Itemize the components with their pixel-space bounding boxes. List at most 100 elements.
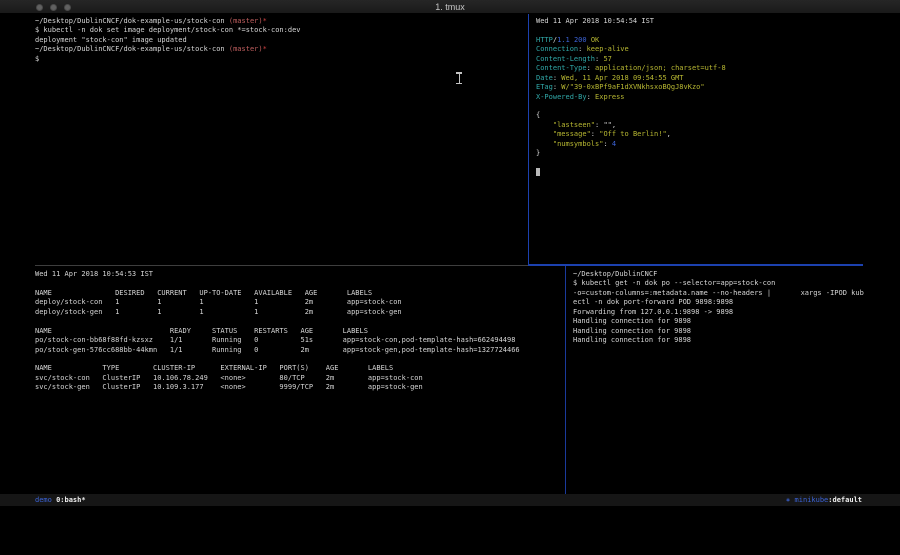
text-segment: Handling connection for 9898 — [573, 336, 691, 344]
text-segment: , — [667, 130, 671, 138]
text-segment: Wed 11 Apr 2018 10:54:53 IST — [35, 270, 153, 278]
text-segment: : — [578, 45, 586, 53]
text-segment: demo — [35, 496, 52, 504]
terminal-line: } — [536, 149, 866, 158]
terminal-line: NAME DESIRED CURRENT UP-TO-DATE AVAILABL… — [35, 289, 560, 298]
window-titlebar: 1. tmux — [0, 0, 900, 14]
text-segment: Handling connection for 9898 — [573, 317, 691, 325]
text-segment: ~/Desktop/DublinCNCF/dok-example-us/stoc… — [35, 17, 229, 25]
terminal-line: po/stock-con-bb68f88fd-kzsxz 1/1 Running… — [35, 336, 560, 345]
text-segment: OK — [591, 36, 599, 44]
session-and-window-tab[interactable]: demo 0:bash* — [35, 494, 86, 506]
terminal-line: Date: Wed, 11 Apr 2018 09:54:55 GMT — [536, 74, 866, 83]
text-segment: : — [587, 93, 595, 101]
text-segment: -o=custom-columns=:metadata.name --no-he… — [573, 289, 864, 297]
text-segment: svc/stock-gen ClusterIP 10.109.3.177 <no… — [35, 383, 423, 391]
text-segment: 1.1 — [557, 36, 570, 44]
terminal-line: Handling connection for 9898 — [573, 327, 866, 336]
text-segment: : — [603, 140, 611, 148]
window-title: 1. tmux — [0, 0, 900, 14]
text-segment: po/stock-con-bb68f88fd-kzsxz 1/1 Running… — [35, 336, 515, 344]
text-segment: 200 — [574, 36, 587, 44]
text-segment: Express — [595, 93, 625, 101]
text-segment: * — [263, 45, 267, 53]
terminal-line — [536, 102, 866, 111]
text-segment: Connection — [536, 45, 578, 53]
terminal-line: "numsymbols": 4 — [536, 140, 866, 149]
text-segment: application/json; charset=utf-8 — [595, 64, 726, 72]
pane-divider-vertical-bottom[interactable] — [565, 266, 566, 494]
terminal-line — [536, 26, 866, 35]
text-segment: Content-Length — [536, 55, 595, 63]
terminal-line: $ kubectl get -n dok po --selector=app=s… — [573, 279, 866, 288]
text-segment: } — [536, 149, 540, 157]
text-segment: svc/stock-con ClusterIP 10.106.78.249 <n… — [35, 374, 423, 382]
text-segment — [536, 130, 553, 138]
terminal-line: Handling connection for 9898 — [573, 317, 866, 326]
text-segment: * — [263, 17, 267, 25]
text-segment: : — [591, 130, 599, 138]
text-segment: NAME READY STATUS RESTARTS AGE LABELS — [35, 327, 368, 335]
text-segment: ~/Desktop/DublinCNCF — [573, 270, 657, 278]
text-segment — [536, 121, 553, 129]
text-segment: : "", — [595, 121, 616, 129]
text-segment: "Off to Berlin!" — [599, 130, 666, 138]
terminal-line: Content-Type: application/json; charset=… — [536, 64, 866, 73]
terminal-line: deployment "stock-con" image updated — [35, 36, 525, 45]
terminal-line: deploy/stock-gen 1 1 1 1 2m app=stock-ge… — [35, 308, 560, 317]
terminal-line: NAME TYPE CLUSTER-IP EXTERNAL-IP PORT(S)… — [35, 364, 560, 373]
terminal-line: $ — [35, 55, 525, 64]
terminal-line: svc/stock-gen ClusterIP 10.109.3.177 <no… — [35, 383, 560, 392]
text-segment: 57 — [603, 55, 611, 63]
terminal-line: -o=custom-columns=:metadata.name --no-he… — [573, 289, 866, 298]
pane-divider-vertical-top[interactable] — [528, 14, 529, 264]
text-segment: ectl -n dok port-forward POD 9898:9898 — [573, 298, 733, 306]
pane-divider-horizontal-right[interactable] — [528, 264, 863, 266]
pane-shell-top-left[interactable]: ~/Desktop/DublinCNCF/dok-example-us/stoc… — [35, 17, 525, 64]
terminal-line — [35, 355, 560, 364]
text-segment: Wed 11 Apr 2018 10:54:54 IST — [536, 17, 654, 25]
text-segment: HTTP — [536, 36, 553, 44]
terminal-line: Handling connection for 9898 — [573, 336, 866, 345]
kube-context-indicator: ⎈ minikube:default — [786, 494, 862, 506]
text-segment: { — [536, 111, 540, 119]
text-segment: "lastseen" — [553, 121, 595, 129]
text-segment: $ kubectl -n dok set image deployment/st… — [35, 26, 301, 34]
terminal-line — [536, 159, 866, 168]
terminal-line: $ kubectl -n dok set image deployment/st… — [35, 26, 525, 35]
terminal-line: po/stock-gen-576cc688bb-44kmn 1/1 Runnin… — [35, 346, 560, 355]
terminal-line: ~/Desktop/DublinCNCF/dok-example-us/stoc… — [35, 17, 525, 26]
terminal-window: 1. tmux ~/Desktop/DublinCNCF/dok-example… — [0, 0, 900, 555]
text-segment: (master) — [229, 45, 263, 53]
text-segment: Handling connection for 9898 — [573, 327, 691, 335]
terminal-line: svc/stock-con ClusterIP 10.106.78.249 <n… — [35, 374, 560, 383]
text-segment: $ kubectl get -n dok po --selector=app=s… — [573, 279, 775, 287]
terminal-line: Forwarding from 127.0.0.1:9898 -> 9898 — [573, 308, 866, 317]
text-segment: W/"39-0xBPf9aF1dXVNkhsxoBQgJ8vKzo" — [561, 83, 704, 91]
text-segment: Wed, 11 Apr 2018 09:54:55 GMT — [561, 74, 683, 82]
pane-kubectl-resources-bottom-left[interactable]: Wed 11 Apr 2018 10:54:53 IST NAME DESIRE… — [35, 270, 560, 393]
text-segment: deployment "stock-con" image updated — [35, 36, 187, 44]
text-segment — [536, 140, 553, 148]
terminal-line: ectl -n dok port-forward POD 9898:9898 — [573, 298, 866, 307]
terminal-line: ~/Desktop/DublinCNCF — [573, 270, 866, 279]
pane-divider-horizontal-left[interactable] — [35, 265, 528, 266]
text-segment: ETag — [536, 83, 553, 91]
text-segment: :default — [828, 496, 862, 504]
terminal-line: HTTP/1.1 200 OK — [536, 36, 866, 45]
terminal-line — [35, 279, 560, 288]
mouse-ibeam-cursor-icon — [456, 72, 462, 84]
text-segment: Forwarding from 127.0.0.1:9898 -> 9898 — [573, 308, 733, 316]
text-segment: deploy/stock-con 1 1 1 1 2m app=stock-co… — [35, 298, 402, 306]
terminal-line: deploy/stock-con 1 1 1 1 2m app=stock-co… — [35, 298, 560, 307]
text-segment: "numsymbols" — [553, 140, 604, 148]
terminal-line: "lastseen": "", — [536, 121, 866, 130]
text-segment: (master) — [229, 17, 263, 25]
terminal-line: { — [536, 111, 866, 120]
pane-port-forward-bottom-right[interactable]: ~/Desktop/DublinCNCF$ kubectl get -n dok… — [573, 270, 866, 346]
terminal-line — [35, 317, 560, 326]
pane-http-response-top-right[interactable]: Wed 11 Apr 2018 10:54:54 IST HTTP/1.1 20… — [536, 17, 866, 177]
terminal-line: NAME READY STATUS RESTARTS AGE LABELS — [35, 327, 560, 336]
terminal-line: "message": "Off to Berlin!", — [536, 130, 866, 139]
terminal-line: ~/Desktop/DublinCNCF/dok-example-us/stoc… — [35, 45, 525, 54]
